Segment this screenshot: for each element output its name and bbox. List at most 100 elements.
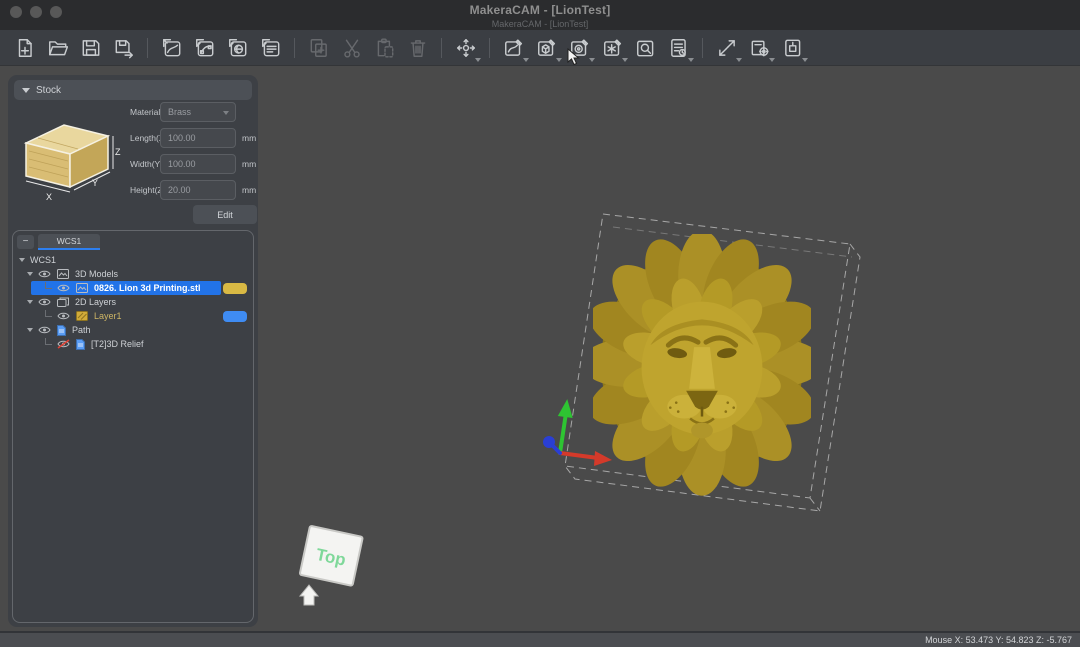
tree-item-label: 2D Layers — [75, 297, 116, 307]
tab-wcs1[interactable]: WCS1 — [38, 234, 100, 250]
expander-icon[interactable] — [27, 272, 33, 276]
new-mill-path-button[interactable] — [598, 33, 628, 63]
copy-button — [304, 33, 334, 63]
dropdown-arrow-icon[interactable] — [622, 58, 628, 62]
export-gcode-icon — [782, 37, 804, 59]
delete-button — [403, 33, 433, 63]
mouse-coordinates-readout: Mouse X: 53.473 Y: 54.823 Z: -5.767 — [925, 635, 1072, 645]
viewport-3d[interactable]: Top Stock X Z Y — [0, 67, 1080, 631]
dropdown-arrow-icon[interactable] — [589, 58, 595, 62]
toolbar-separator — [294, 38, 295, 58]
status-bar: Mouse X: 53.473 Y: 54.823 Z: -5.767 — [0, 631, 1080, 647]
edit-stock-button[interactable]: Edit — [193, 205, 257, 224]
export-gcode-button[interactable] — [778, 33, 808, 63]
preview-path-button[interactable] — [631, 33, 661, 63]
left-panel: Stock X Z Y Material Brass — [8, 75, 258, 627]
length-input[interactable]: 100.00 — [160, 128, 236, 148]
tree-row[interactable]: Path — [13, 323, 253, 337]
open-file-button[interactable] — [43, 33, 73, 63]
tree-elbow — [45, 282, 52, 289]
new-drill-path-button[interactable] — [565, 33, 595, 63]
tree-row[interactable]: 2D Layers — [13, 295, 253, 309]
remove-wcs-button[interactable]: − — [17, 235, 34, 249]
tree-item-label: WCS1 — [30, 255, 56, 265]
material-select[interactable]: Brass — [160, 102, 236, 122]
tree-row[interactable]: Layer1 — [13, 309, 253, 323]
transform-button[interactable] — [451, 33, 481, 63]
import-gcode-button[interactable] — [256, 33, 286, 63]
new-drill-path-icon — [569, 37, 591, 59]
tree-row[interactable]: [T2]3D Relief — [13, 337, 253, 351]
height-input[interactable]: 20.00 — [160, 180, 236, 200]
fit-view-button[interactable] — [712, 33, 742, 63]
save-as-button[interactable] — [109, 33, 139, 63]
copy-icon — [308, 37, 330, 59]
paste-button — [370, 33, 400, 63]
tree-row[interactable]: 0826. Lion 3d Printing.stl — [13, 281, 253, 295]
simulate-icon — [749, 37, 771, 59]
dropdown-arrow-icon[interactable] — [769, 58, 775, 62]
gcode-list-button[interactable] — [664, 33, 694, 63]
toolbar-separator — [147, 38, 148, 58]
import-curve-icon — [161, 37, 183, 59]
tree-item-label: Path — [72, 325, 91, 335]
new-mill-path-icon — [602, 37, 624, 59]
stock-section-header[interactable]: Stock — [14, 80, 252, 100]
new-3d-path-button[interactable] — [532, 33, 562, 63]
tree-item-label: 3D Models — [75, 269, 118, 279]
eye-visible-icon[interactable] — [38, 297, 51, 307]
main-toolbar — [0, 30, 1080, 66]
color-swatch[interactable] — [223, 283, 247, 294]
new-3d-path-icon — [536, 37, 558, 59]
height-row: Height(Z) 20.00 mm — [8, 180, 258, 200]
eye-visible-icon[interactable] — [38, 269, 51, 279]
width-unit: mm — [242, 159, 256, 169]
model-icon — [57, 269, 69, 279]
save-as-icon — [113, 37, 135, 59]
eye-visible-icon[interactable] — [57, 283, 70, 293]
eye-visible-icon[interactable] — [57, 311, 70, 321]
length-unit: mm — [242, 133, 256, 143]
expander-icon[interactable] — [27, 300, 33, 304]
dropdown-arrow-icon[interactable] — [523, 58, 529, 62]
view-home-arrow-icon — [300, 585, 318, 605]
scene-tree: WCS1 3D Models 0826. Lion 3d Printing.stl 2… — [13, 253, 253, 351]
dropdown-arrow-icon[interactable] — [556, 58, 562, 62]
import-vector-button[interactable] — [190, 33, 220, 63]
path-file-icon — [76, 339, 85, 350]
title-bar: MakeraCAM - [LionTest] MakeraCAM - [Lion… — [0, 0, 1080, 30]
new-file-button[interactable] — [10, 33, 40, 63]
view-cube-top[interactable]: Top — [290, 521, 374, 617]
window-subtitle: MakeraCAM - [LionTest] — [0, 19, 1080, 29]
expander-icon[interactable] — [27, 328, 33, 332]
open-file-icon — [47, 37, 69, 59]
tree-elbow — [45, 310, 52, 317]
tree-row[interactable]: WCS1 — [13, 253, 253, 267]
material-label: Material — [130, 107, 160, 117]
eye-visible-icon[interactable] — [38, 325, 51, 335]
dropdown-arrow-icon[interactable] — [736, 58, 742, 62]
length-row: Length(X) 100.00 mm — [8, 128, 258, 148]
lion-relief-model[interactable] — [593, 234, 811, 496]
dropdown-arrow-icon[interactable] — [688, 58, 694, 62]
simulate-button[interactable] — [745, 33, 775, 63]
dropdown-arrow-icon[interactable] — [802, 58, 808, 62]
scene-tree-panel: − WCS1 WCS1 3D Models 0826. Lion 3d Printi… — [12, 230, 254, 623]
color-swatch[interactable] — [223, 311, 247, 322]
save-file-button[interactable] — [76, 33, 106, 63]
expander-icon[interactable] — [19, 258, 25, 262]
transform-icon — [455, 37, 477, 59]
tree-row[interactable]: 3D Models — [13, 267, 253, 281]
tree-item-label: 0826. Lion 3d Printing.stl — [94, 283, 201, 293]
preview-path-icon — [635, 37, 657, 59]
dropdown-arrow-icon[interactable] — [475, 58, 481, 62]
toolbar-separator — [702, 38, 703, 58]
new-2d-path-button[interactable] — [499, 33, 529, 63]
width-input[interactable]: 100.00 — [160, 154, 236, 174]
eye-hidden-icon[interactable] — [57, 339, 70, 349]
import-curve-button[interactable] — [157, 33, 187, 63]
import-model-button[interactable] — [223, 33, 253, 63]
chevron-down-icon — [223, 111, 229, 115]
layers-icon — [57, 297, 69, 307]
material-row: Material Brass — [8, 102, 258, 122]
